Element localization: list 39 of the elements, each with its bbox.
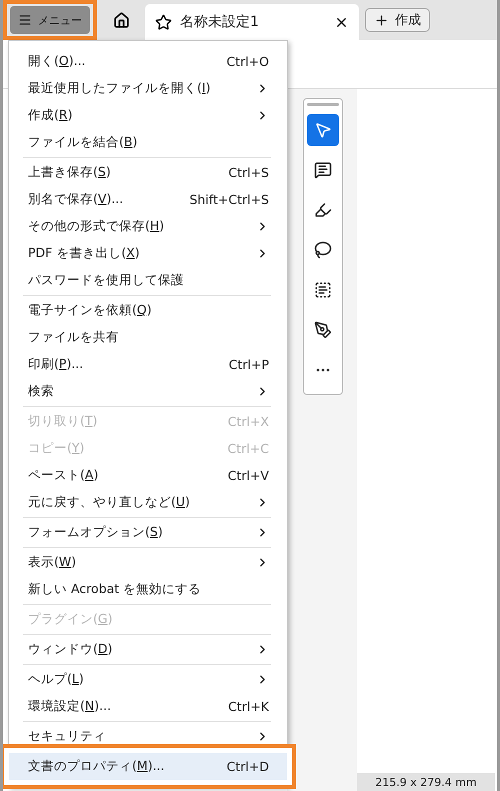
menu-item[interactable]: 印刷(P)... Ctrl+P [9,351,287,378]
more-icon [316,368,330,372]
highlighter-icon [314,201,332,219]
menu-item[interactable]: 最近使用したファイルを開く(I) [9,75,287,102]
menu-item[interactable]: PDF を書き出し(X) [9,240,287,267]
menu-item[interactable]: その他の形式で保存(H) [9,213,287,240]
menu-item[interactable]: フォームオプション(S) [9,519,287,546]
text-select-icon [314,281,332,299]
menu-item[interactable]: 環境設定(N)... Ctrl+K [9,693,287,720]
home-icon [112,12,130,28]
menu-item[interactable]: 元に戻す、やり直しなど(U) [9,489,287,516]
menu-item[interactable]: 検索 [9,378,287,405]
drag-handle[interactable] [307,103,339,106]
lasso-icon [314,241,332,259]
menu-item[interactable]: 電子サインを依頼(Q) [9,297,287,324]
create-button[interactable]: 作成 [365,8,430,32]
menu-item[interactable]: ヘルプ(L) [9,666,287,693]
menu-item[interactable]: 上書き保存(S) Ctrl+S [9,159,287,186]
menu-item[interactable]: 作成(R) [9,102,287,129]
menu-item[interactable]: ファイルを結合(B) [9,129,287,156]
menu-item[interactable]: ファイルを共有 [9,324,287,351]
menu-button[interactable]: メニュー [10,6,90,34]
menu-item[interactable]: 表示(W) [9,549,287,576]
star-icon[interactable] [155,14,172,30]
pointer-icon [314,121,332,139]
pen-icon [314,321,332,339]
tab-title: 名称未設定1 [180,13,260,31]
page-size: 215.9 x 279.4 mm [357,773,495,791]
menu-item[interactable]: 開く(O)... Ctrl+O [9,48,287,75]
menu-item[interactable]: 別名で保存(V)... Shift+Ctrl+S [9,186,287,213]
document-tab[interactable]: 名称未設定1 [145,4,359,40]
menu-item[interactable]: セキュリティ [9,723,287,750]
menu-item[interactable]: ペースト(A) Ctrl+V [9,462,287,489]
comment-icon [314,161,332,179]
menu-item[interactable]: 文書のプロパティ(M)... Ctrl+D [9,753,287,780]
menu-item[interactable]: ウィンドウ(D) [9,636,287,663]
menu-item[interactable]: パスワードを使用して保護 [9,267,287,294]
menu-item[interactable]: 新しい Acrobat を無効にする [9,576,287,603]
plus-icon [374,12,389,28]
